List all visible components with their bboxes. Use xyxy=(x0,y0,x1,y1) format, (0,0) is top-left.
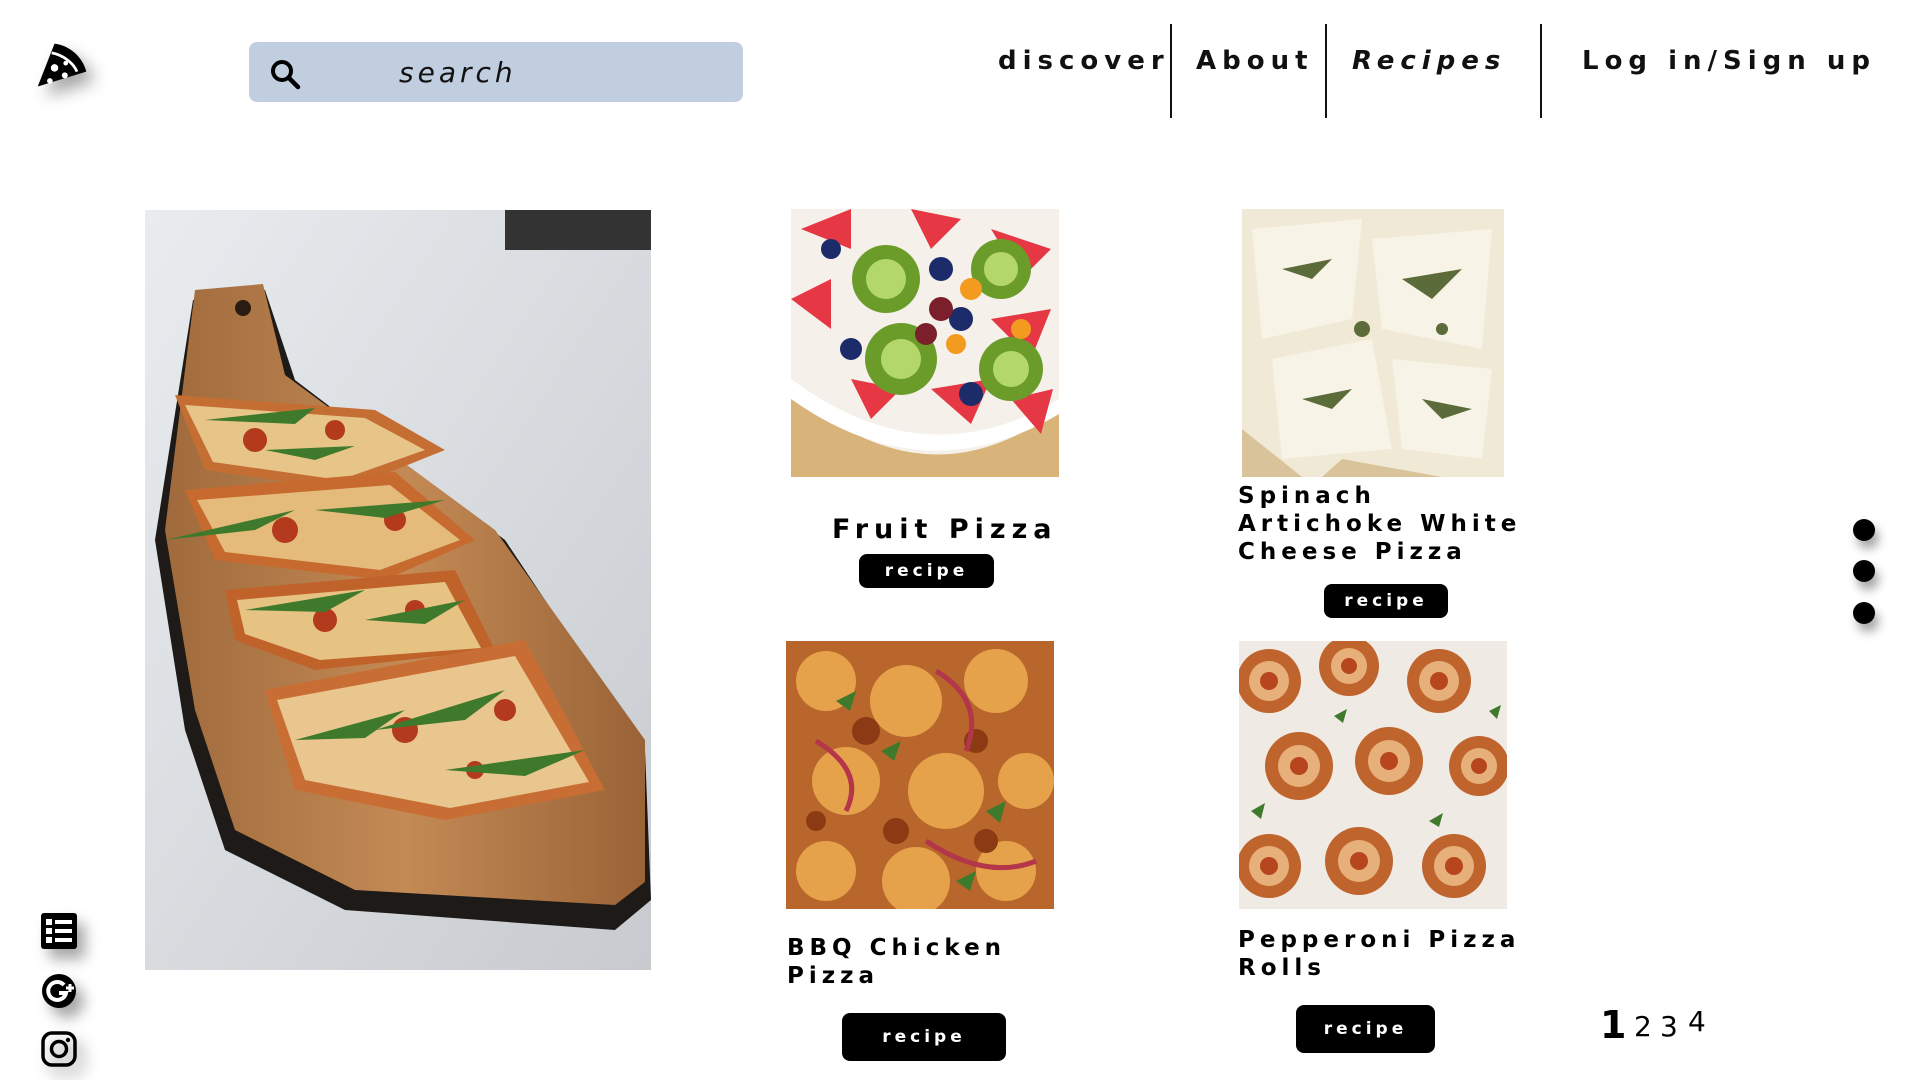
nav-discover[interactable]: discover xyxy=(998,46,1170,76)
nav-login-signup[interactable]: Log in/Sign up xyxy=(1582,46,1876,76)
recipe-button-spinach-artichoke[interactable]: recipe xyxy=(1324,584,1448,618)
card-title-bbq-chicken: BBQ Chicken Pizza xyxy=(787,935,1007,989)
nav-divider xyxy=(1540,24,1542,118)
page-number-1[interactable]: 1 xyxy=(1600,1003,1626,1047)
nav-divider xyxy=(1170,24,1172,118)
spinach-artichoke-pizza-image[interactable] xyxy=(1242,209,1504,477)
fruit-pizza-image[interactable] xyxy=(791,209,1059,477)
card-title-spinach-artichoke: Spinach Artichoke White Cheese Pizza xyxy=(1238,483,1522,565)
pepperoni-pizza-rolls-image[interactable] xyxy=(1239,641,1507,909)
bbq-chicken-pizza-image[interactable] xyxy=(786,641,1054,909)
slider-dot-2[interactable] xyxy=(1853,560,1875,582)
search-input[interactable] xyxy=(339,42,719,102)
pizza-slice-icon[interactable] xyxy=(34,38,90,94)
card-title-fruit-pizza: Fruit Pizza xyxy=(832,514,1058,545)
google-plus-icon[interactable] xyxy=(40,972,78,1010)
nav-divider xyxy=(1325,24,1327,118)
nav-recipes[interactable]: Recipes xyxy=(1352,46,1506,76)
recipe-button-fruit-pizza[interactable]: recipe xyxy=(859,554,994,588)
slider-dot-1[interactable] xyxy=(1853,519,1875,541)
page-number-4[interactable]: 4 xyxy=(1688,1005,1706,1038)
card-title-pepperoni-rolls: Pepperoni Pizza Rolls xyxy=(1238,927,1521,981)
page-number-3[interactable]: 3 xyxy=(1660,1010,1678,1043)
instagram-icon[interactable] xyxy=(40,1030,78,1068)
slider-dot-3[interactable] xyxy=(1853,602,1875,624)
search-bar xyxy=(249,42,743,102)
recipe-button-bbq-chicken[interactable]: recipe xyxy=(842,1013,1006,1061)
search-icon[interactable] xyxy=(269,58,301,90)
page-number-2[interactable]: 2 xyxy=(1634,1010,1652,1043)
menu-list-icon[interactable] xyxy=(40,912,78,950)
hero-pizza-image xyxy=(145,210,651,970)
nav-about[interactable]: About xyxy=(1196,46,1314,76)
recipe-button-pepperoni-rolls[interactable]: recipe xyxy=(1296,1005,1435,1053)
